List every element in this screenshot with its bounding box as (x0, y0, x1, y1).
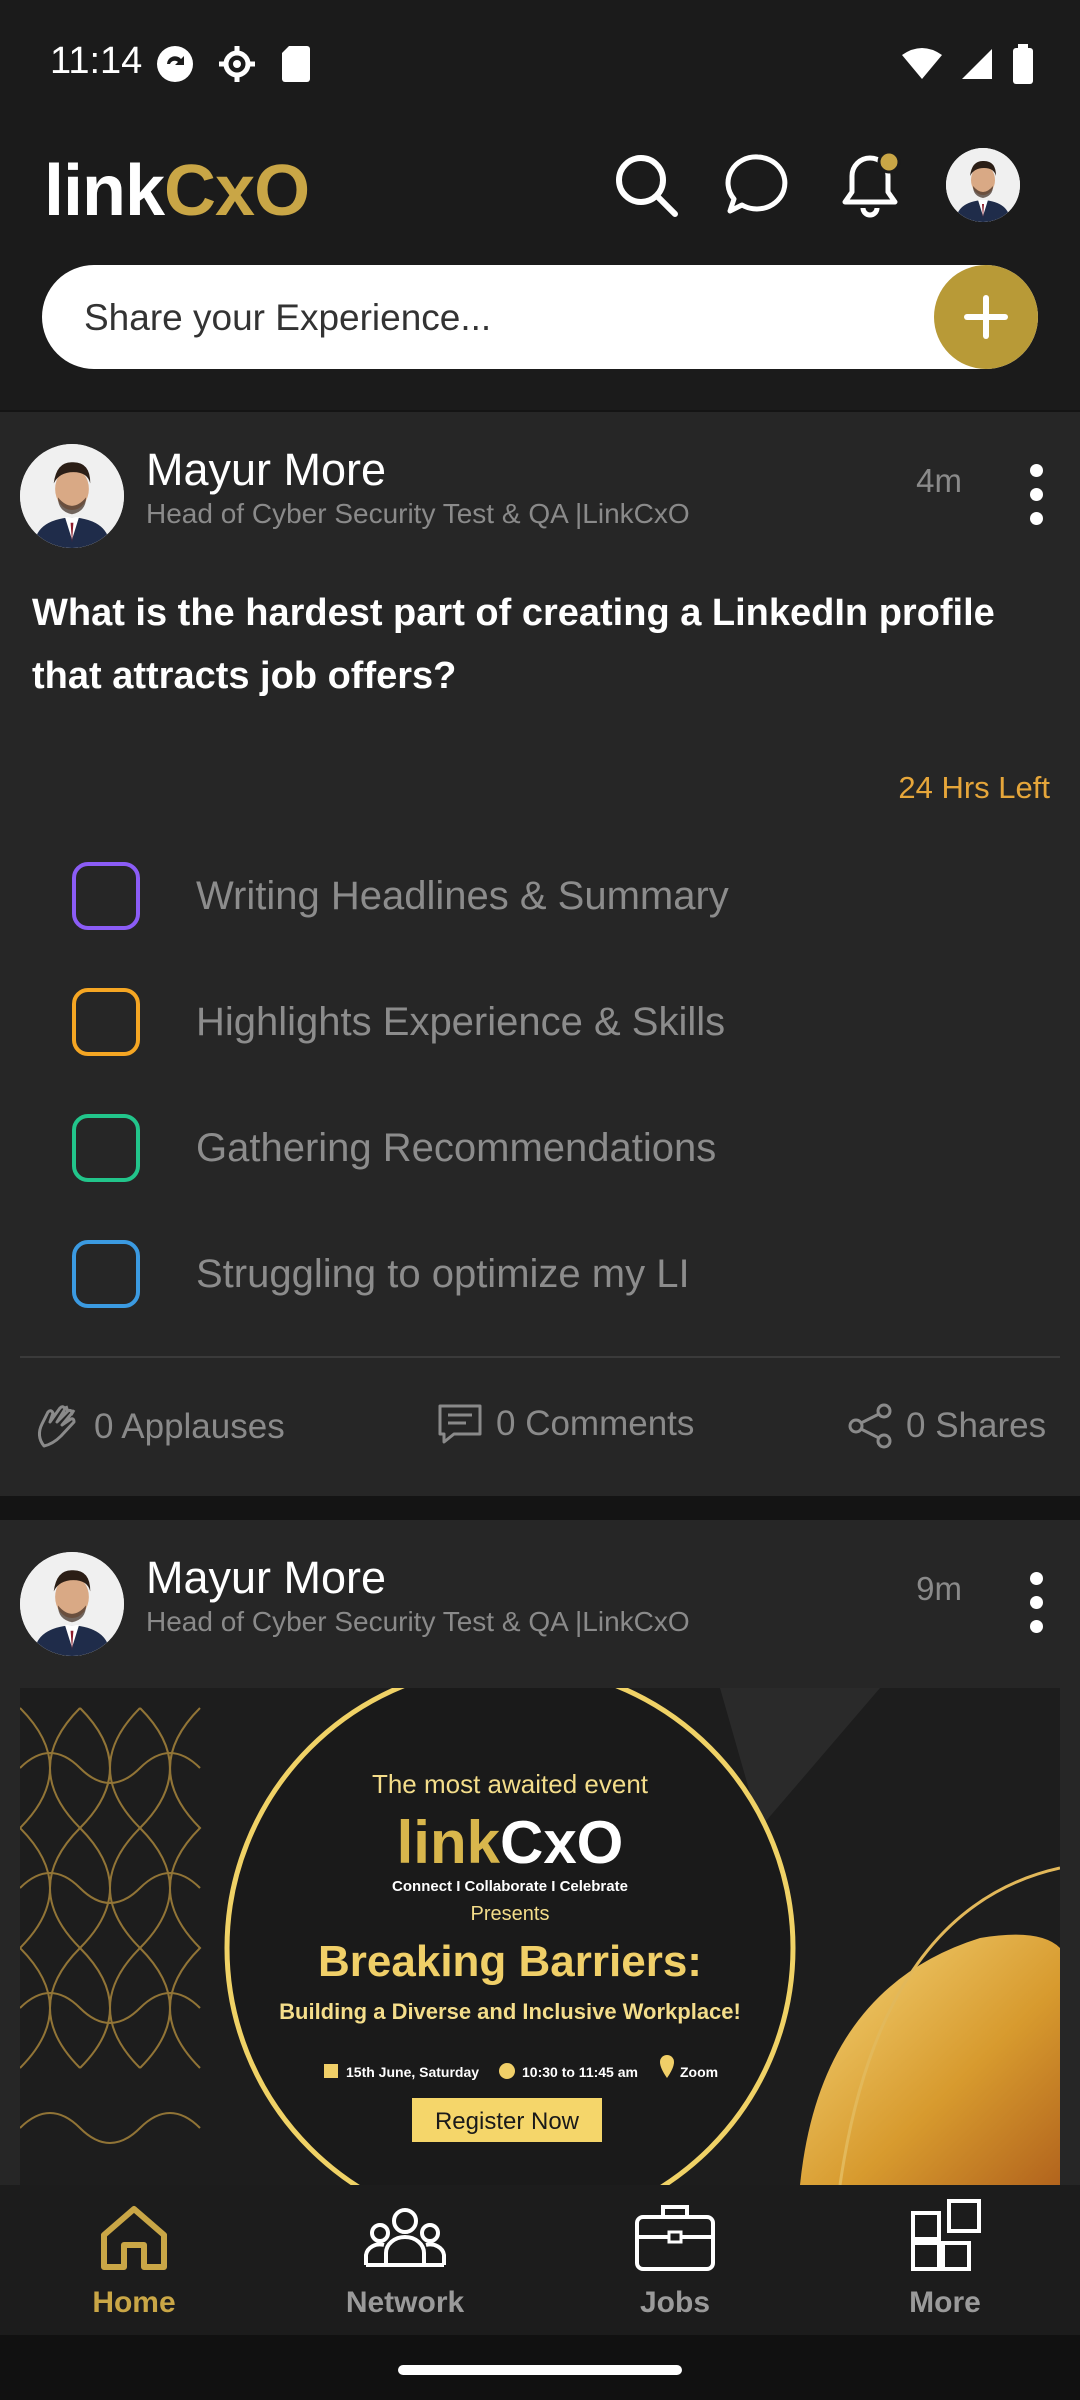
author-name[interactable]: Mayur More (146, 444, 690, 496)
comment-count: 0 Comments (496, 1404, 695, 1443)
notifications-button[interactable] (834, 149, 906, 221)
clap-icon (37, 1405, 76, 1448)
create-post-button[interactable] (934, 265, 1038, 369)
share-placeholder: Share your Experience... (84, 297, 492, 338)
nav-jobs-label: Jobs (639, 2286, 711, 2319)
settings-icon (219, 46, 255, 82)
post-options-button[interactable] (1030, 1572, 1044, 1644)
poll-checkbox[interactable] (72, 862, 140, 930)
poll-option-label: Gathering Recommendations (196, 1125, 717, 1170)
author-name[interactable]: Mayur More (146, 1552, 690, 1604)
nav-network[interactable]: Network (305, 2199, 505, 2320)
clock-icon (499, 2063, 515, 2079)
banner-presents: Presents (471, 1903, 550, 1925)
share-icon (848, 1403, 892, 1449)
banner-time: 10:30 to 11:45 am (522, 2064, 638, 2080)
banner-intro: The most awaited event (372, 1769, 649, 1799)
battery-icon (1013, 44, 1033, 84)
applause-count: 0 Applauses (94, 1407, 285, 1446)
nav-network-label: Network (345, 2286, 465, 2319)
search-icon (616, 155, 678, 217)
bell-icon (842, 150, 901, 218)
bottom-navigation: Home Network Jobs More (0, 2185, 1080, 2335)
home-icon (101, 2206, 167, 2270)
poll-option[interactable]: Gathering Recommendations (72, 1114, 716, 1182)
author-headline: Head of Cyber Security Test & QA |LinkCx… (146, 1606, 690, 1637)
more-vertical-icon (1030, 1572, 1043, 1585)
nav-home[interactable]: Home (34, 2199, 234, 2320)
poll-time-left: 24 Hrs Left (898, 770, 1050, 805)
banner-logo-cxo: CxO (500, 1809, 623, 1876)
share-count: 0 Shares (906, 1406, 1047, 1445)
post-engagement: 0 Applauses 0 Comments 0 Shares (0, 1402, 1080, 1462)
sd-card-icon (282, 46, 310, 82)
post-options-button[interactable] (1030, 464, 1044, 536)
chat-bubble-icon (725, 154, 788, 214)
briefcase-icon (635, 2205, 715, 2271)
poll-checkbox[interactable] (72, 1114, 140, 1182)
search-button[interactable] (610, 149, 682, 221)
poll-option[interactable]: Struggling to optimize my LI (72, 1240, 690, 1308)
app-header: linkCxO Share your Experience... (0, 120, 1080, 410)
post-divider (20, 1356, 1060, 1358)
logo-link-text: link (44, 151, 165, 231)
poll-option-label: Struggling to optimize my LI (196, 1251, 690, 1296)
poll-option-label: Writing Headlines & Summary (196, 873, 729, 918)
poll-checkbox[interactable] (72, 988, 140, 1056)
nav-more[interactable]: More (845, 2199, 1045, 2320)
poll-option-label: Highlights Experience & Skills (196, 999, 726, 1044)
post-timestamp: 9m (916, 1570, 962, 1607)
banner-tagline: Connect I Collaborate I Celebrate (392, 1878, 628, 1895)
status-icons-right (902, 44, 1034, 84)
grid-icon (911, 2199, 981, 2271)
feed-post-poll: Mayur More Head of Cyber Security Test &… (0, 412, 1080, 1496)
banner-date: 15th June, Saturday (346, 2064, 479, 2080)
people-icon (364, 2208, 446, 2267)
register-now-label: Register Now (435, 2108, 580, 2135)
wifi-icon (902, 48, 942, 79)
banner-venue: Zoom (680, 2064, 718, 2080)
feed-post-image: Mayur More Head of Cyber Security Test &… (0, 1520, 1080, 2185)
calendar-icon (324, 2064, 338, 2078)
status-bar: 11:14 (0, 0, 1080, 120)
comment-button[interactable]: 0 Comments (436, 1402, 694, 1446)
system-gesture-bar (0, 2335, 1080, 2400)
svg-text:linkCxO: linkCxO (397, 1809, 624, 1876)
banner-subheadline: Building a Diverse and Inclusive Workpla… (279, 1999, 741, 2024)
home-gesture-handle[interactable] (398, 2365, 682, 2375)
profile-avatar[interactable] (946, 148, 1020, 222)
event-banner-graphic: The most awaited event linkCxO Connect I… (20, 1688, 1060, 2185)
poll-checkbox[interactable] (72, 1240, 140, 1308)
poll-option[interactable]: Highlights Experience & Skills (72, 988, 725, 1056)
status-icons-left (155, 44, 311, 84)
comment-icon (438, 1404, 482, 1444)
event-banner-image[interactable]: The most awaited event linkCxO Connect I… (20, 1688, 1060, 2185)
post-author[interactable]: Mayur More Head of Cyber Security Test &… (20, 444, 690, 548)
status-time: 11:14 (50, 40, 143, 82)
linkcxo-logo[interactable]: linkCxO (44, 150, 310, 232)
header-actions (610, 148, 1020, 222)
plus-icon (964, 295, 1008, 339)
post-author[interactable]: Mayur More Head of Cyber Security Test &… (20, 1552, 690, 1656)
banner-headline: Breaking Barriers: (318, 1937, 702, 1986)
messages-button[interactable] (722, 149, 794, 221)
banner-logo-link: link (397, 1809, 501, 1876)
nav-jobs[interactable]: Jobs (575, 2199, 775, 2320)
nav-more-label: More (909, 2286, 981, 2319)
author-headline: Head of Cyber Security Test & QA |LinkCx… (146, 498, 690, 529)
author-avatar[interactable] (20, 444, 124, 548)
more-vertical-icon (1030, 464, 1043, 477)
share-button[interactable]: 0 Shares (846, 1402, 1046, 1450)
poll-option[interactable]: Writing Headlines & Summary (72, 862, 729, 930)
logo-cxo-text: CxO (164, 151, 310, 231)
signal-icon (962, 49, 992, 79)
share-experience-input[interactable]: Share your Experience... (42, 265, 1038, 369)
nav-home-label: Home (92, 2286, 176, 2319)
poll-question: What is the hardest part of creating a L… (32, 592, 995, 697)
author-avatar[interactable] (20, 1552, 124, 1656)
sync-icon (157, 46, 193, 82)
applaud-button[interactable]: 0 Applauses (32, 1402, 285, 1452)
post-timestamp: 4m (916, 462, 962, 499)
